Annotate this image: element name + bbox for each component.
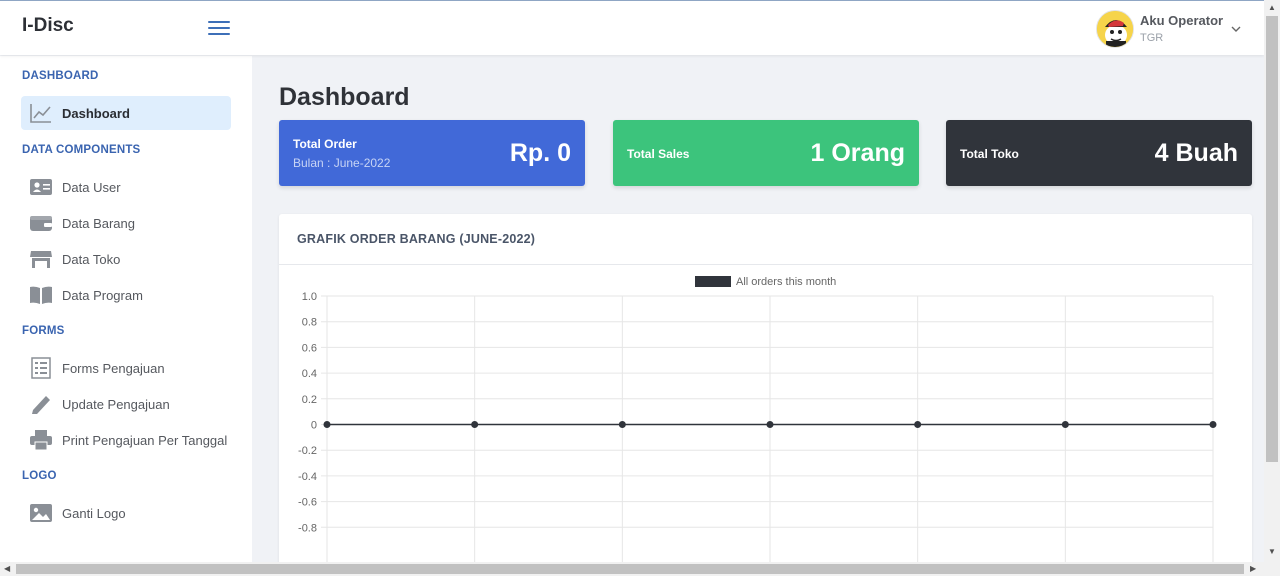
data-point	[618, 421, 626, 428]
brand-logo[interactable]: I-Disc	[22, 15, 74, 37]
panel-header: GRAFIK ORDER BARANG (JUNE-2022)	[279, 214, 1252, 265]
order-line-chart: 1.0 0.8 0.6 0.4 0.2 0 -0.2 -0.4 -0.6 -0.8 All orde…	[298, 276, 1217, 574]
printer-icon	[30, 430, 52, 451]
scroll-up-arrow-icon[interactable]: ▲	[1268, 4, 1276, 12]
y-tick-label: 0.4	[302, 368, 317, 380]
user-name: Aku Operator	[1140, 13, 1224, 28]
main-content: Dashboard Total Order Bulan : June-2022 …	[252, 56, 1264, 574]
y-tick-label: -0.4	[298, 471, 317, 483]
sidebar-item-label: Data Toko	[62, 252, 121, 267]
scroll-right-arrow-icon[interactable]: ▶	[1250, 565, 1256, 573]
image-icon	[30, 504, 52, 522]
book-open-icon	[30, 286, 52, 304]
vertical-scroll-thumb[interactable]	[1266, 16, 1278, 462]
data-point	[471, 421, 479, 428]
y-tick-label: 0	[311, 420, 317, 432]
sidebar-item-label: Data User	[62, 180, 121, 195]
y-tick-label: -0.8	[298, 522, 317, 534]
menu-toggle-icon[interactable]	[208, 19, 232, 37]
section-dashboard: DASHBOARD	[22, 70, 99, 82]
card-value: 4 Buah	[1154, 139, 1238, 167]
card-value: 1 Orang	[810, 139, 905, 167]
sidebar-item-label: Data Program	[62, 288, 143, 303]
chevron-down-icon[interactable]	[1230, 23, 1242, 35]
sidebar-item-update-pengajuan[interactable]: Update Pengajuan	[21, 387, 231, 421]
wallet-icon	[30, 216, 52, 231]
data-point	[914, 421, 922, 428]
top-navbar: I-Disc Aku Operator TGR	[0, 0, 1264, 55]
scroll-left-arrow-icon[interactable]: ◀	[4, 565, 10, 573]
form-icon	[31, 357, 51, 379]
card-title: Total Order	[293, 137, 357, 151]
sidebar-item-print-pengajuan[interactable]: Print Pengajuan Per Tanggal	[21, 423, 231, 457]
horizontal-scrollbar[interactable]: ◀ ▶	[0, 562, 1280, 576]
sidebar-item-ganti-logo[interactable]: Ganti Logo	[21, 496, 231, 530]
sidebar-item-forms-pengajuan[interactable]: Forms Pengajuan	[21, 351, 231, 385]
y-tick-label: -0.6	[298, 497, 317, 509]
y-tick-label: 0.2	[302, 394, 317, 406]
sidebar: DASHBOARD Dashboard DATA COMPONENTS Data…	[0, 56, 252, 576]
card-total-sales: Total Sales 1 Orang	[613, 120, 919, 186]
sidebar-item-dashboard[interactable]: Dashboard	[21, 96, 231, 130]
card-title: Total Toko	[960, 147, 1019, 161]
card-value: Rp. 0	[509, 139, 571, 167]
panel-title: GRAFIK ORDER BARANG (JUNE-2022)	[297, 232, 536, 246]
data-point	[323, 421, 331, 428]
chart-panel: GRAFIK ORDER BARANG (JUNE-2022) 1.0 0.8 0.…	[279, 214, 1252, 574]
y-tick-label: 0.6	[302, 342, 317, 354]
data-point	[766, 421, 774, 428]
y-tick-label: 1.0	[302, 291, 317, 303]
card-title: Total Sales	[627, 147, 690, 161]
pencil-icon	[32, 396, 50, 414]
legend-label: All orders this month	[736, 276, 836, 288]
sidebar-item-label: Forms Pengajuan	[62, 361, 165, 376]
sidebar-item-data-program[interactable]: Data Program	[21, 278, 231, 312]
legend-swatch	[695, 276, 731, 287]
section-logo: LOGO	[22, 470, 57, 482]
id-card-icon	[30, 179, 52, 195]
user-menu[interactable]: Aku Operator TGR	[1094, 9, 1254, 49]
y-tick-label: -0.2	[298, 445, 317, 457]
data-point	[1209, 421, 1217, 428]
scroll-down-arrow-icon[interactable]: ▼	[1268, 548, 1276, 556]
sidebar-item-label: Print Pengajuan Per Tanggal	[62, 433, 228, 448]
section-forms: FORMS	[22, 325, 65, 337]
user-role: TGR	[1140, 32, 1164, 44]
chart-line-icon	[30, 104, 51, 123]
sidebar-item-data-toko[interactable]: Data Toko	[21, 242, 231, 276]
card-subtitle: Bulan : June-2022	[293, 156, 391, 170]
avatar	[1096, 10, 1134, 48]
page-title: Dashboard	[279, 83, 410, 111]
sidebar-item-label: Data Barang	[62, 216, 135, 231]
store-icon	[30, 251, 52, 268]
y-tick-label: 0.8	[302, 317, 317, 329]
data-point	[1061, 421, 1069, 428]
sidebar-item-label: Ganti Logo	[62, 506, 126, 521]
vertical-scrollbar[interactable]: ▲ ▼	[1264, 0, 1280, 562]
sidebar-item-data-user[interactable]: Data User	[21, 170, 231, 204]
sidebar-item-label: Dashboard	[62, 106, 130, 121]
sidebar-item-label: Update Pengajuan	[62, 397, 170, 412]
card-total-order: Total Order Bulan : June-2022 Rp. 0	[279, 120, 585, 186]
sidebar-item-data-barang[interactable]: Data Barang	[21, 206, 231, 240]
horizontal-scroll-thumb[interactable]	[16, 564, 1244, 574]
section-data-components: DATA COMPONENTS	[22, 144, 141, 156]
card-total-toko: Total Toko 4 Buah	[946, 120, 1252, 186]
